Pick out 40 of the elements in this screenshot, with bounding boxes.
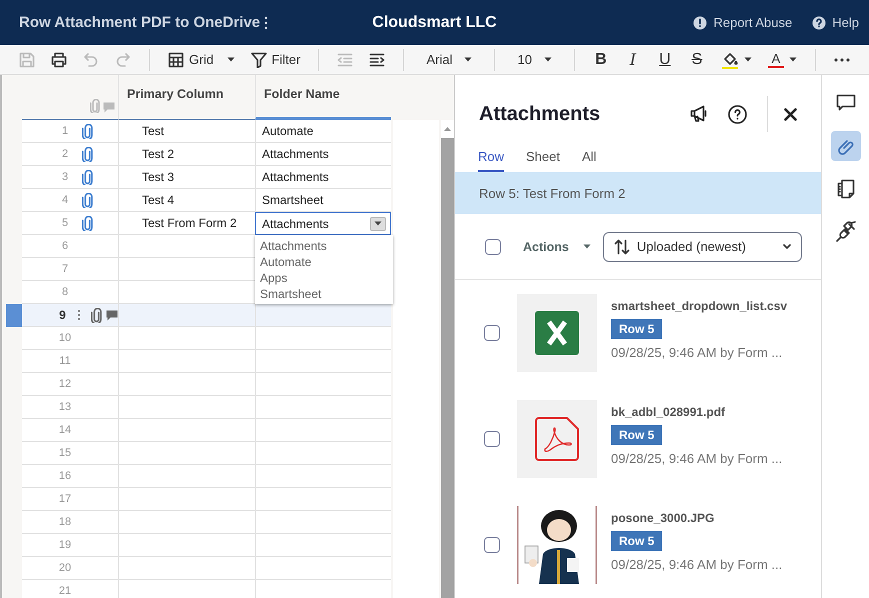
row-number: 16 [58, 470, 72, 482]
table-cell: Test [118, 120, 255, 143]
table-cell: Test 2 [118, 143, 255, 166]
row-context: Row 5: Test From Form 2 [479, 186, 626, 201]
row-number: 4 [60, 194, 70, 206]
row-number: 17 [58, 493, 72, 505]
table-cell: Smartsheet [255, 189, 391, 212]
upload-info: 09/28/25, 9:46 AM by Form ... [611, 451, 782, 466]
row-number: 2 [60, 148, 70, 160]
row-number: 15 [58, 447, 72, 459]
table-cell: Test 4 [118, 189, 255, 212]
table-cell: Test From Form 2 [118, 212, 255, 235]
row-number: 5 [60, 217, 70, 229]
row-number: 1 [60, 125, 70, 137]
row-number: 9 [58, 308, 67, 322]
company-name: Cloudsmart LLC [372, 14, 497, 32]
table-cell: Test 3 [118, 166, 255, 189]
row-tag: Row 5 [611, 531, 662, 552]
row-number: 11 [58, 355, 72, 367]
upload-info: 09/28/25, 9:46 AM by Form ... [611, 345, 782, 360]
row-number: 10 [58, 332, 72, 344]
row-number: 3 [60, 171, 70, 183]
row-number: 19 [58, 539, 72, 551]
row-number: 20 [58, 562, 72, 574]
panel-title: Attachments [479, 102, 600, 126]
row-tag: Row 5 [611, 319, 662, 340]
row-number: 12 [58, 378, 72, 390]
upload-info: 09/28/25, 9:46 AM by Form ... [611, 557, 782, 572]
row-number: 21 [58, 585, 72, 597]
table-cell: Attachments [255, 166, 391, 189]
row-number: 13 [58, 401, 72, 413]
row-number: 6 [60, 240, 70, 252]
row-number: 14 [58, 424, 72, 436]
table-cell: Attachments [255, 143, 391, 166]
row-number: 7 [60, 263, 70, 275]
sheet-title: Row Attachment PDF to OneDrive [19, 14, 260, 31]
row-number: 18 [58, 516, 72, 528]
row-tag: Row 5 [611, 425, 662, 446]
table-cell: Automate [255, 120, 391, 143]
row-number: 8 [60, 286, 70, 298]
